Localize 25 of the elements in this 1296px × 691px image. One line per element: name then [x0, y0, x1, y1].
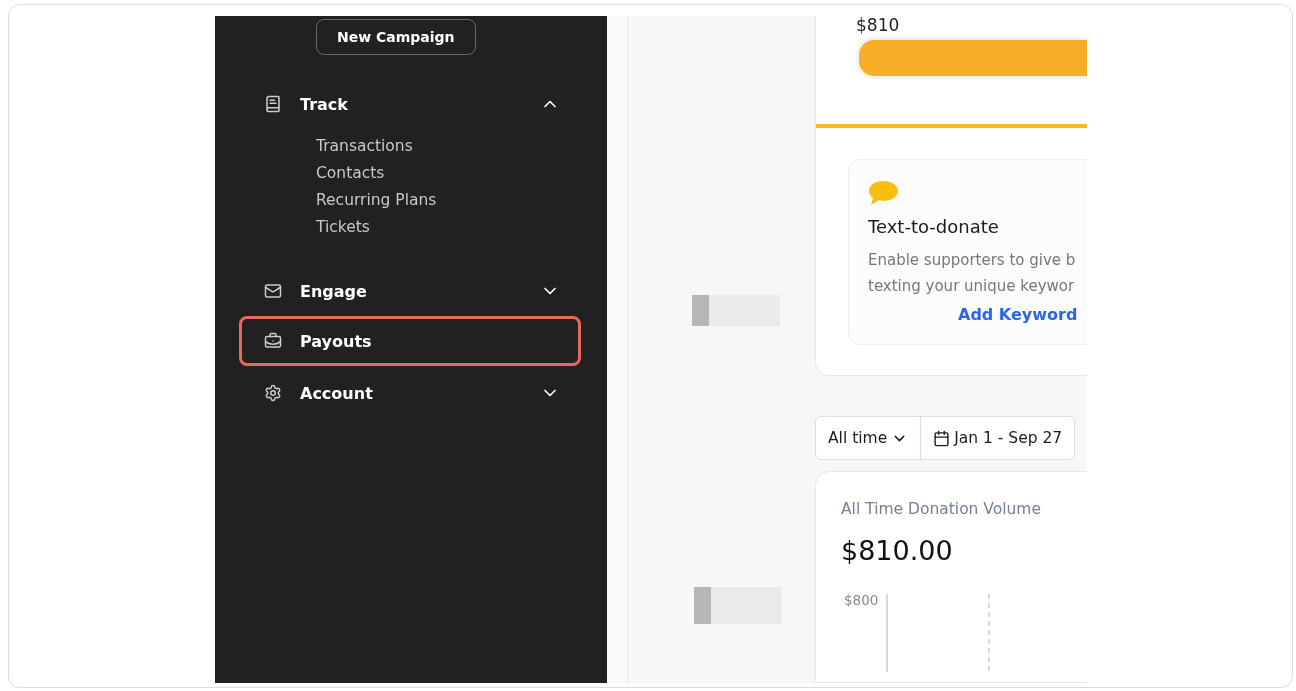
range-dropdown[interactable]: All time [816, 417, 921, 459]
volume-amount: $810.00 [841, 535, 954, 566]
nav-subitem[interactable]: Tickets [316, 218, 370, 236]
nav-item[interactable]: Payouts [239, 316, 581, 366]
nav-subitem[interactable]: Transactions [316, 137, 413, 155]
nav-item[interactable]: Engage [239, 266, 581, 316]
briefcase-icon [264, 332, 282, 350]
nav-subitem[interactable]: Recurring Plans [316, 191, 437, 209]
card-title: All Time Donation Volume [841, 500, 1042, 518]
nav-item[interactable]: Account [239, 368, 581, 418]
description-text: texting your unique keywor [868, 276, 1076, 297]
date-range-button[interactable]: Jan 1 - Sep 27 [920, 417, 1075, 459]
calendar-icon [933, 429, 951, 447]
new-campaign-button[interactable]: New Campaign [316, 19, 476, 55]
nav-item[interactable]: Track [239, 79, 581, 129]
add-keyword-link[interactable]: Add Keyword [958, 305, 1078, 324]
book-icon [264, 95, 282, 113]
description-text: Enable supporters to give b [868, 250, 1077, 271]
axis-label: $800 [844, 592, 879, 610]
nav-subitem[interactable]: Contacts [316, 164, 385, 182]
card-title: Text-to-donate [868, 216, 1000, 237]
envelope-icon [264, 282, 282, 300]
chat-bubble-icon [868, 180, 899, 206]
settings-icon [264, 384, 282, 402]
raised-amount: $810 [856, 16, 900, 34]
